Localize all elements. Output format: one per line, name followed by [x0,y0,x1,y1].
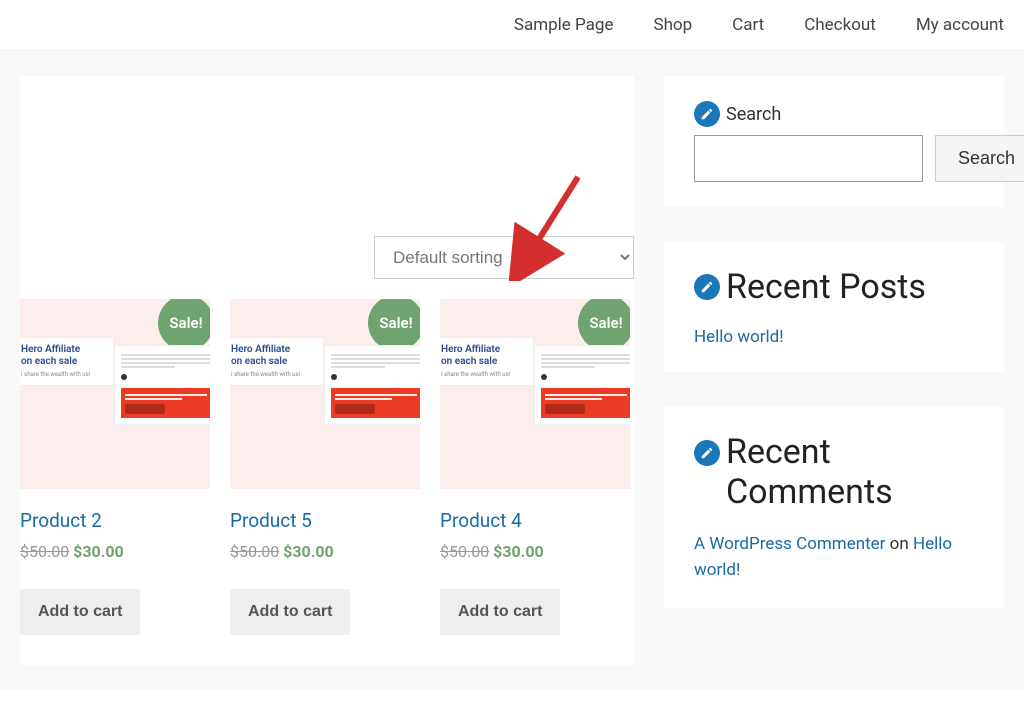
old-price: $50.00 [440,542,489,561]
nav-checkout[interactable]: Checkout [804,15,876,35]
new-price: $30.00 [73,542,124,561]
product-image[interactable]: Sale! Hero Affiliateon each sale I share… [230,299,420,489]
product-image[interactable]: Sale! Hero Affiliateon each sale I share… [20,299,210,489]
search-input[interactable] [694,135,923,182]
nav-shop[interactable]: Shop [653,15,692,35]
search-button[interactable]: Search [935,135,1024,182]
sorting-select[interactable]: Default sorting [374,236,634,279]
widget-title: Recent Comments [726,432,974,512]
search-widget: Search Search [664,76,1004,207]
sale-badge: Sale! [578,299,630,351]
nav-my-account[interactable]: My account [916,15,1004,35]
recent-posts-widget: Recent Posts Hello world! [664,242,1004,372]
add-to-cart-button[interactable]: Add to cart [20,589,140,635]
new-price: $30.00 [283,542,334,561]
nav-cart[interactable]: Cart [732,15,764,35]
recent-post-link[interactable]: Hello world! [694,327,974,347]
product-card: Sale! Hero Affiliateon each sale I share… [20,299,210,635]
old-price: $50.00 [20,542,69,561]
recent-comments-widget: Recent Comments A WordPress Commenter on… [664,407,1004,608]
product-price: $50.00 $30.00 [230,542,420,561]
edit-icon[interactable] [694,274,720,300]
product-grid: Sale! Hero Affiliateon each sale I share… [20,299,634,635]
new-price: $30.00 [493,542,544,561]
nav-sample-page[interactable]: Sample Page [514,15,614,35]
add-to-cart-button[interactable]: Add to cart [230,589,350,635]
main-nav: Sample Page Shop Cart Checkout My accoun… [514,15,1004,35]
product-title-link[interactable]: Product 5 [230,509,420,532]
product-card: Sale! Hero Affiliateon each sale I share… [440,299,630,635]
edit-icon[interactable] [694,101,720,127]
sale-badge: Sale! [368,299,420,351]
product-price: $50.00 $30.00 [20,542,210,561]
header: Sample Page Shop Cart Checkout My accoun… [0,0,1024,51]
widget-title: Recent Posts [726,267,926,307]
add-to-cart-button[interactable]: Add to cart [440,589,560,635]
main-content: Default sorting Sale! Hero Affiliateon e… [20,76,634,665]
product-title-link[interactable]: Product 4 [440,509,630,532]
recent-comment-entry: A WordPress Commenter on Hello world! [694,532,974,583]
edit-icon[interactable] [694,440,720,466]
product-title-link[interactable]: Product 2 [20,509,210,532]
old-price: $50.00 [230,542,279,561]
search-label: Search [726,104,781,125]
sidebar: Search Search Recent Posts Hello world! [664,76,1004,665]
product-image[interactable]: Sale! Hero Affiliateon each sale I share… [440,299,630,489]
sale-badge: Sale! [158,299,210,351]
sorting-bar: Default sorting [20,76,634,299]
comment-author-link[interactable]: A WordPress Commenter [694,534,885,554]
product-price: $50.00 $30.00 [440,542,630,561]
product-card: Sale! Hero Affiliateon each sale I share… [230,299,420,635]
